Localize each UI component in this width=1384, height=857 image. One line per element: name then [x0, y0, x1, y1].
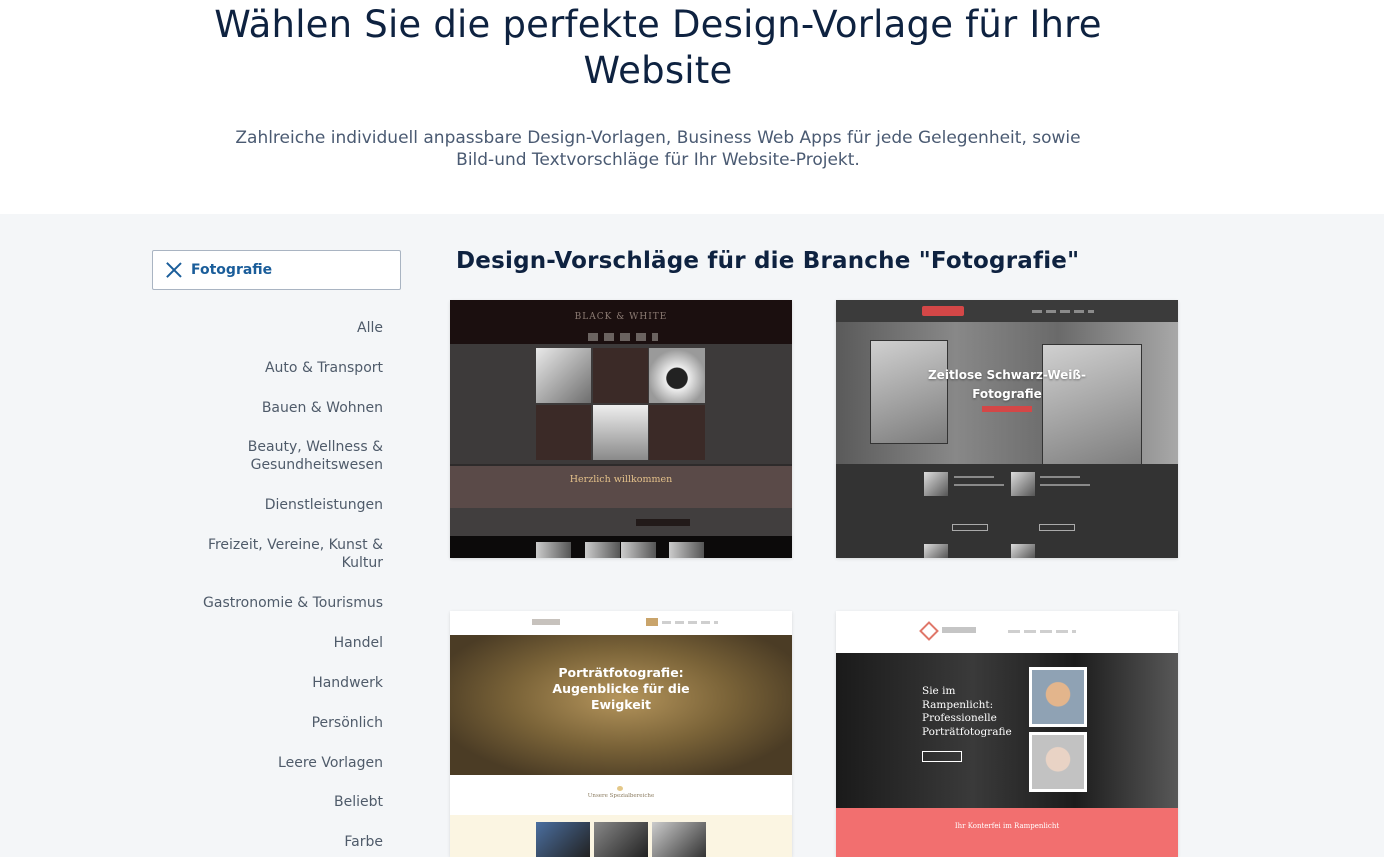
template-header — [450, 611, 792, 635]
category-item[interactable]: Auto & Transport — [150, 359, 383, 377]
template-button — [982, 406, 1032, 412]
close-icon[interactable] — [165, 261, 183, 279]
template-nav — [588, 333, 658, 341]
template-banner-heading: Ihr Konterfei im Rampenlicht — [954, 822, 1060, 830]
template-nav — [1008, 630, 1076, 633]
template-text-tile — [536, 405, 591, 460]
template-button — [952, 524, 988, 531]
template-thumb — [1011, 472, 1035, 496]
template-thumb — [536, 542, 571, 558]
template-brand — [942, 627, 976, 633]
template-photo — [652, 822, 706, 857]
category-item[interactable]: Handel — [150, 634, 383, 652]
template-text-line — [954, 476, 994, 478]
template-card[interactable]: BLACK & WHITE Herzlich willkommen — [450, 300, 792, 558]
template-headline: Zeitlose Schwarz-Weiß-Fotografie — [927, 368, 1086, 401]
template-logo — [922, 306, 964, 316]
category-item[interactable]: Dienstleistungen — [150, 496, 383, 514]
template-strip — [450, 508, 792, 536]
template-text-tile — [593, 348, 648, 403]
template-section-label: Unsere Spezialbereiche — [587, 793, 655, 799]
template-thumb — [924, 472, 948, 496]
template-brand: BLACK & WHITE — [574, 312, 668, 322]
template-photo — [536, 348, 591, 403]
template-card[interactable]: Sie im Rampenlicht: Professionelle Portr… — [836, 611, 1178, 857]
template-photo — [1042, 344, 1142, 468]
template-headline: Porträtfotografie: Augenblicke für die E… — [552, 665, 690, 712]
active-filter-chip[interactable]: Fotografie — [152, 250, 401, 290]
template-portrait — [1029, 732, 1087, 792]
template-banner — [836, 808, 1178, 857]
template-browser: Fotografie Alle Auto & Transport Bauen &… — [0, 214, 1384, 857]
active-filter-label: Fotografie — [191, 262, 273, 278]
category-item[interactable]: Gastronomie & Tourismus — [150, 594, 383, 612]
template-headline: Sie im Rampenlicht: Professionelle Portr… — [922, 685, 1012, 738]
template-photo — [594, 822, 648, 857]
page-title: Wählen Sie die perfekte Design-Vorlage f… — [214, 3, 1102, 92]
category-item[interactable]: Beauty, Wellness & Gesundheitswesen — [223, 438, 383, 474]
template-photo — [593, 405, 648, 460]
template-text-line — [954, 484, 1004, 486]
template-ornament — [617, 786, 623, 791]
template-photo — [536, 822, 590, 857]
template-content — [836, 464, 1178, 558]
template-thumb — [585, 542, 620, 558]
template-card[interactable]: Zeitlose Schwarz-Weiß-Fotografie — [836, 300, 1178, 558]
template-photo — [649, 348, 705, 403]
page-subtitle: Zahlreiche individuell anpassbare Design… — [235, 128, 1081, 170]
category-item[interactable]: Persönlich — [150, 714, 383, 732]
template-logo — [532, 619, 560, 625]
template-button — [922, 751, 962, 762]
template-text-line — [1040, 484, 1090, 486]
category-item[interactable]: Farbe — [150, 833, 383, 851]
template-nav-active — [646, 618, 658, 626]
template-thumb — [1011, 544, 1035, 558]
template-thumb — [669, 542, 704, 558]
template-text-line — [1040, 476, 1080, 478]
category-item[interactable]: Leere Vorlagen — [150, 754, 383, 772]
template-welcome: Herzlich willkommen — [450, 466, 792, 508]
category-item[interactable]: Handwerk — [150, 674, 383, 692]
template-card[interactable]: Porträtfotografie: Augenblicke für die E… — [450, 611, 792, 857]
template-button — [636, 519, 690, 526]
template-header — [836, 300, 1178, 322]
template-text-tile — [649, 405, 705, 460]
category-item[interactable]: Alle — [150, 319, 383, 337]
template-nav — [1032, 310, 1094, 313]
category-item[interactable]: Bauen & Wohnen — [150, 399, 383, 417]
template-header — [836, 611, 1178, 653]
template-thumb — [924, 544, 948, 558]
category-item[interactable]: Freizeit, Vereine, Kunst & Kultur — [193, 536, 383, 572]
template-thumb — [621, 542, 656, 558]
template-nav — [662, 621, 718, 624]
section-title: Design-Vorschläge für die Branche "Fotog… — [456, 248, 1080, 274]
category-item[interactable]: Beliebt — [150, 793, 383, 811]
template-welcome-heading: Herzlich willkommen — [569, 474, 673, 485]
template-button — [1039, 524, 1075, 531]
hero-section: Wählen Sie die perfekte Design-Vorlage f… — [0, 0, 1384, 214]
template-portrait — [1029, 667, 1087, 727]
